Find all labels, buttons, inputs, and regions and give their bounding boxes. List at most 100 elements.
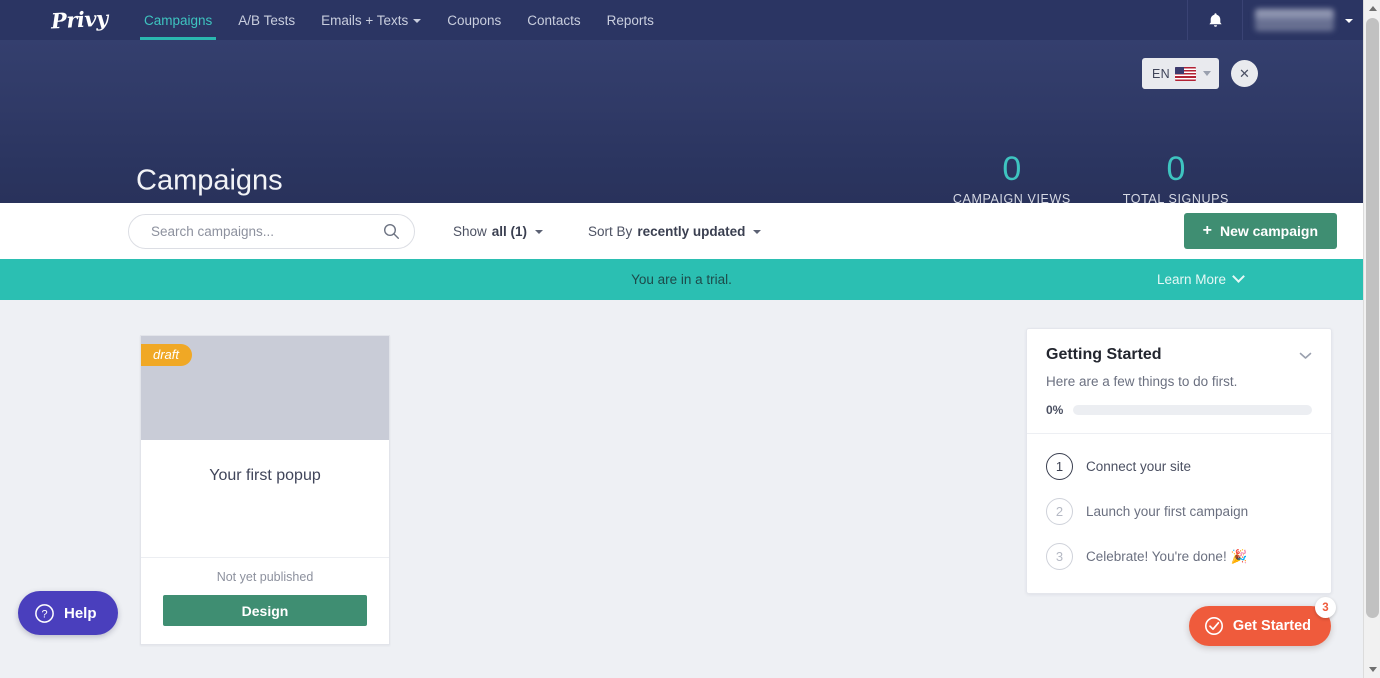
plus-icon: + [1202,222,1212,239]
campaign-card-body: Your first popup [141,440,389,558]
new-campaign-button[interactable]: + New campaign [1183,213,1337,249]
close-button[interactable]: ✕ [1231,60,1258,87]
step-label: Celebrate! You're done! 🎉 [1086,548,1248,564]
stat-value: 0 [1002,150,1022,188]
chevron-up-icon [1368,6,1377,11]
get-started-widget-button[interactable]: Get Started 3 [1188,597,1336,646]
us-flag-icon [1175,66,1196,81]
hero-controls: EN ✕ [1142,58,1258,89]
nav-menu: Campaigns A/B Tests Emails + Texts Coupo… [131,0,667,40]
campaign-thumbnail[interactable]: draft [141,336,389,440]
page-scrollbar[interactable] [1363,0,1380,678]
logo[interactable]: Privy [0,0,109,40]
new-campaign-label: New campaign [1219,223,1318,239]
svg-text:?: ? [41,608,47,620]
language-selector[interactable]: EN [1142,58,1219,89]
chevron-down-icon [753,230,762,234]
scroll-up-button[interactable] [1364,0,1380,17]
chevron-down-icon [1345,19,1353,23]
help-widget-button[interactable]: ? Help [18,591,118,635]
step-label: Launch your first campaign [1086,504,1249,519]
page-title: Campaigns [136,164,283,197]
show-filter-value: all (1) [491,223,528,239]
status-badge: draft [141,344,193,366]
nav-item-coupons[interactable]: Coupons [434,0,514,40]
nav-item-label: A/B Tests [238,12,296,28]
nav-item-emails-texts[interactable]: Emails + Texts [308,0,434,40]
nav-item-label: Coupons [447,12,502,28]
chevron-down-icon [1232,270,1245,283]
notifications-button[interactable] [1187,0,1243,40]
check-circle-icon [1204,617,1223,635]
stat-campaign-views: 0 CAMPAIGN VIEWS [953,148,1071,206]
getting-started-title: Getting Started [1046,346,1162,363]
sort-filter-value: recently updated [637,223,746,239]
search-box[interactable] [128,213,415,249]
step-label: Connect your site [1086,459,1192,474]
top-navbar: Privy Campaigns A/B Tests Emails + Texts… [0,0,1363,40]
navbar-right [1187,0,1363,40]
step-number: 1 [1046,453,1073,480]
question-circle-icon: ? [35,603,54,623]
page-hero: EN ✕ Campaigns 0 CAMPAIGN VIEWS 0 TOTAL … [0,40,1363,206]
campaign-card-footer: Not yet published Design [141,558,389,644]
language-label: EN [1152,66,1170,81]
nav-item-label: Emails + Texts [321,12,409,28]
chevron-down-icon [1203,71,1211,76]
screen: Privy Campaigns A/B Tests Emails + Texts… [0,0,1380,678]
scrollbar-thumb[interactable] [1366,18,1379,618]
trial-banner: You are in a trial. Learn More [0,259,1363,300]
sort-filter-prefix: Sort By [588,223,633,239]
scroll-down-button[interactable] [1364,661,1380,678]
getting-started-subtitle: Here are a few things to do first. [1046,374,1238,389]
privy-logo-text: Privy [50,5,109,33]
chevron-down-glyph [1299,352,1312,359]
getting-started-header: Getting Started [1027,329,1331,364]
getting-started-panel: Getting Started Here are a few things to… [1026,328,1332,594]
step-number: 2 [1046,498,1073,525]
step-connect-your-site[interactable]: 1 Connect your site [1046,444,1312,489]
nav-item-label: Contacts [527,12,581,28]
campaign-name: Your first popup [209,467,321,484]
nav-item-label: Reports [606,12,654,28]
trial-banner-text: You are in a trial. [631,272,732,287]
getting-started-progress: 0% [1027,389,1331,434]
sort-filter[interactable]: Sort By recently updated [588,223,762,239]
design-button[interactable]: Design [163,595,367,626]
search-icon[interactable] [383,223,400,240]
nav-item-contacts[interactable]: Contacts [514,0,593,40]
account-menu[interactable] [1243,0,1363,40]
trial-learn-more-label: Learn More [1156,272,1226,287]
app-page: Privy Campaigns A/B Tests Emails + Texts… [0,0,1363,678]
chevron-down-icon [535,230,544,234]
step-launch-first-campaign[interactable]: 2 Launch your first campaign [1046,489,1312,534]
getting-started-steps: 1 Connect your site 2 Launch your first … [1027,434,1331,593]
nav-item-campaigns[interactable]: Campaigns [131,0,225,40]
hero-stats: 0 CAMPAIGN VIEWS 0 TOTAL SIGNUPS [953,148,1229,206]
nav-item-reports[interactable]: Reports [594,0,667,40]
chevron-down-icon [413,19,422,23]
nav-item-ab-tests[interactable]: A/B Tests [225,0,308,40]
stat-total-signups: 0 TOTAL SIGNUPS [1123,148,1229,206]
campaigns-toolbar: Show all (1) Sort By recently updated + … [0,203,1363,259]
search-input[interactable] [151,223,383,239]
account-name-redacted [1255,9,1334,31]
step-number: 3 [1046,543,1073,570]
trial-learn-more-link[interactable]: Learn More [1156,270,1245,287]
campaign-card[interactable]: draft Your first popup Not yet published… [140,335,390,645]
chevron-down-icon[interactable] [1299,346,1312,362]
nav-item-label: Campaigns [144,12,213,28]
progress-bar-track [1073,405,1312,415]
stat-value: 0 [1166,150,1186,188]
campaign-publish-status: Not yet published [216,570,314,584]
show-filter[interactable]: Show all (1) [453,223,544,239]
main-content: draft Your first popup Not yet published… [0,300,1363,678]
chevron-down-icon [1368,667,1377,672]
step-celebrate[interactable]: 3 Celebrate! You're done! 🎉 [1046,534,1312,579]
progress-percent-label: 0% [1046,403,1064,417]
get-started-widget-label: Get Started [1232,618,1311,634]
show-filter-prefix: Show [453,223,487,239]
notification-count-badge: 3 [1315,597,1336,618]
help-widget-label: Help [64,604,97,622]
bell-icon [1208,12,1222,27]
